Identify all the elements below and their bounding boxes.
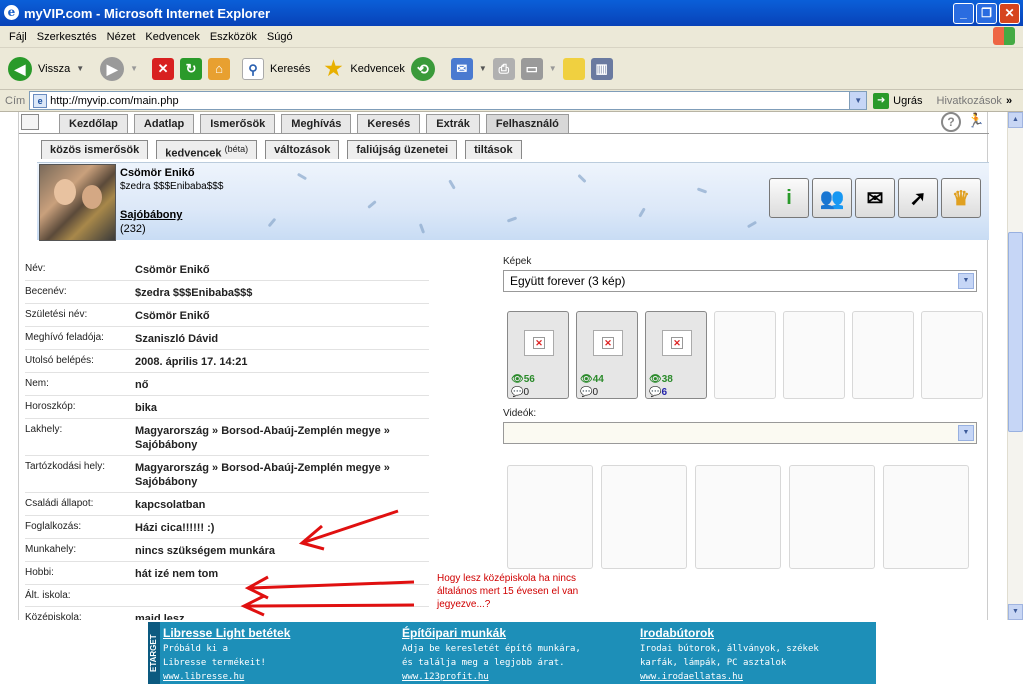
vertical-scrollbar[interactable]: ▲ ▼ [1007,112,1023,620]
page-content: Kezdőlap Adatlap Ismerősök Meghívás Kere… [0,112,1007,620]
ad-url[interactable]: www.123profit.hu [402,670,632,684]
ad-item[interactable]: Libresse Light betétek Próbáld ki a Libr… [163,626,393,684]
ad-banner: ETARGET Libresse Light betétek Próbáld k… [148,622,876,684]
arrow-munkahely [304,509,399,544]
ad-title[interactable]: Irodabútorok [640,626,870,640]
arrow-kozepiskola [245,603,415,608]
window-title: myVIP.com - Microsoft Internet Explorer [24,5,271,21]
go-label: Ugrás [893,94,923,107]
search-icon[interactable]: ⚲ [242,57,265,80]
maximize-button[interactable]: ❐ [976,3,997,24]
page-icon: e [33,94,48,108]
scroll-thumb[interactable] [1008,232,1023,432]
address-input[interactable]: e http://myvip.com/main.php ▼ [29,91,868,110]
minimize-button[interactable]: _ [953,3,974,24]
ad-network-label: ETARGET [148,622,160,684]
address-url: http://myvip.com/main.php [50,94,179,107]
search-button[interactable]: Keresés [270,63,310,75]
menu-favorites[interactable]: Kedvencek [145,31,199,43]
menu-help[interactable]: Súgó [267,31,293,43]
windows-logo-icon [993,27,1015,45]
ad-url[interactable]: www.libresse.hu [163,670,393,684]
ad-line: és találja meg a legjobb árat. [402,658,565,668]
print-icon[interactable]: ⎙ [492,57,515,80]
address-dropdown-icon[interactable]: ▼ [849,92,867,109]
ie-icon: e [4,5,19,20]
ad-line: Adja be keresletét építő munkára, [402,644,581,654]
ad-title[interactable]: Építőipari munkák [402,626,632,640]
go-arrow-icon: ➜ [873,92,890,109]
back-arrow-icon[interactable]: ◀ [8,56,32,81]
notes-icon[interactable] [562,57,585,80]
research-icon[interactable]: ▥ [590,57,613,80]
ad-url[interactable]: www.irodaellatas.hu [640,670,870,684]
arrow-alt-iskola [249,580,415,590]
ad-line: Irodai bútorok, állványok, székek [640,644,819,654]
address-bar: Cím e http://myvip.com/main.php ▼ ➜ Ugrá… [0,90,1023,112]
menu-tools[interactable]: Eszközök [210,31,257,43]
favorites-star-icon[interactable]: ★ [322,58,344,80]
refresh-icon[interactable]: ↻ [180,57,203,80]
mail-icon[interactable]: ✉ [450,57,473,80]
ad-item[interactable]: Építőipari munkák Adja be keresletét épí… [402,626,632,684]
scroll-up-icon[interactable]: ▲ [1008,112,1023,128]
ad-line: karfák, lámpák, PC asztalok [640,658,787,668]
back-button[interactable]: Vissza [38,63,70,75]
ad-item[interactable]: Irodabútorok Irodai bútorok, állványok, … [640,626,870,684]
menu-file[interactable]: Fájl [9,31,27,43]
favorites-button[interactable]: Kedvencek [350,63,404,75]
ad-title[interactable]: Libresse Light betétek [163,626,393,640]
stop-icon[interactable]: ✕ [152,57,175,80]
annotation-arrows [240,509,415,617]
edit-icon[interactable]: ▭ [520,57,543,80]
ad-line: Próbáld ki a [163,644,229,654]
address-label: Cím [5,94,26,107]
scroll-down-icon[interactable]: ▼ [1008,604,1023,620]
go-button[interactable]: ➜ Ugrás [873,92,923,109]
chevron-right-icon[interactable]: » [1006,95,1012,107]
menu-edit[interactable]: Szerkesztés [37,31,97,43]
menu-view[interactable]: Nézet [107,31,136,43]
history-icon[interactable]: ⟲ [410,56,435,81]
ad-line: Libresse termékeit! [163,658,266,668]
toolbar: ◀ Vissza ▼ ▶ ▼ ✕ ↻ ⌂ ⚲ Keresés ★ Kedvenc… [0,48,1023,90]
close-button[interactable]: ✕ [999,3,1020,24]
links-label[interactable]: Hivatkozások [937,95,1002,107]
title-bar: e myVIP.com - Microsoft Internet Explore… [0,0,1023,26]
home-icon[interactable]: ⌂ [208,57,231,80]
forward-arrow-icon[interactable]: ▶ [100,56,125,81]
menu-bar: Fájl Szerkesztés Nézet Kedvencek Eszközö… [0,26,1023,48]
